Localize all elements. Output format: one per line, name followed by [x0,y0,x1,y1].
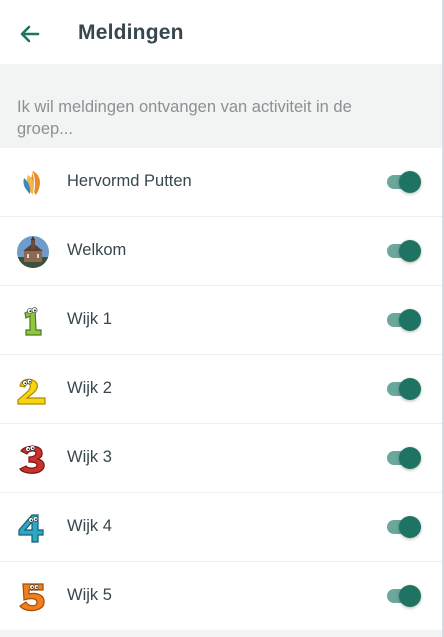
list-item: Wijk 2 [0,355,442,424]
notification-toggle[interactable] [387,446,421,470]
church-photo-avatar [16,235,50,269]
number-1-icon [16,304,50,338]
list-item: Wijk 4 [0,493,442,562]
group-label: Hervormd Putten [67,172,192,190]
group-label: Wijk 3 [67,448,112,466]
number-2-icon [16,373,50,407]
group-list: Hervormd Putten Welkom Wijk 1 Wijk 2 Wij… [0,148,442,630]
church-logo-icon [16,166,50,200]
list-item: Wijk 3 [0,424,442,493]
number-3-icon [16,442,50,476]
section-description: Ik wil meldingen ontvangen van activitei… [17,98,352,138]
group-label: Wijk 2 [67,379,112,397]
group-label: Welkom [67,241,127,259]
back-button[interactable] [16,20,44,48]
notification-toggle[interactable] [387,377,421,401]
list-item: Wijk 5 [0,562,442,630]
notification-toggle[interactable] [387,170,421,194]
arrow-left-icon [20,25,40,43]
app-header: Meldingen [0,0,442,64]
group-label: Wijk 1 [67,310,112,328]
notification-toggle[interactable] [387,584,421,608]
notification-toggle[interactable] [387,308,421,332]
page-title: Meldingen [78,21,184,44]
notification-toggle[interactable] [387,515,421,539]
number-4-icon [16,511,50,545]
list-item: Hervormd Putten [0,148,442,217]
number-5-icon [16,580,50,614]
list-item: Wijk 1 [0,286,442,355]
list-footer [0,630,442,637]
list-item: Welkom [0,217,442,286]
notification-toggle[interactable] [387,239,421,263]
group-label: Wijk 5 [67,586,112,604]
group-label: Wijk 4 [67,517,112,535]
